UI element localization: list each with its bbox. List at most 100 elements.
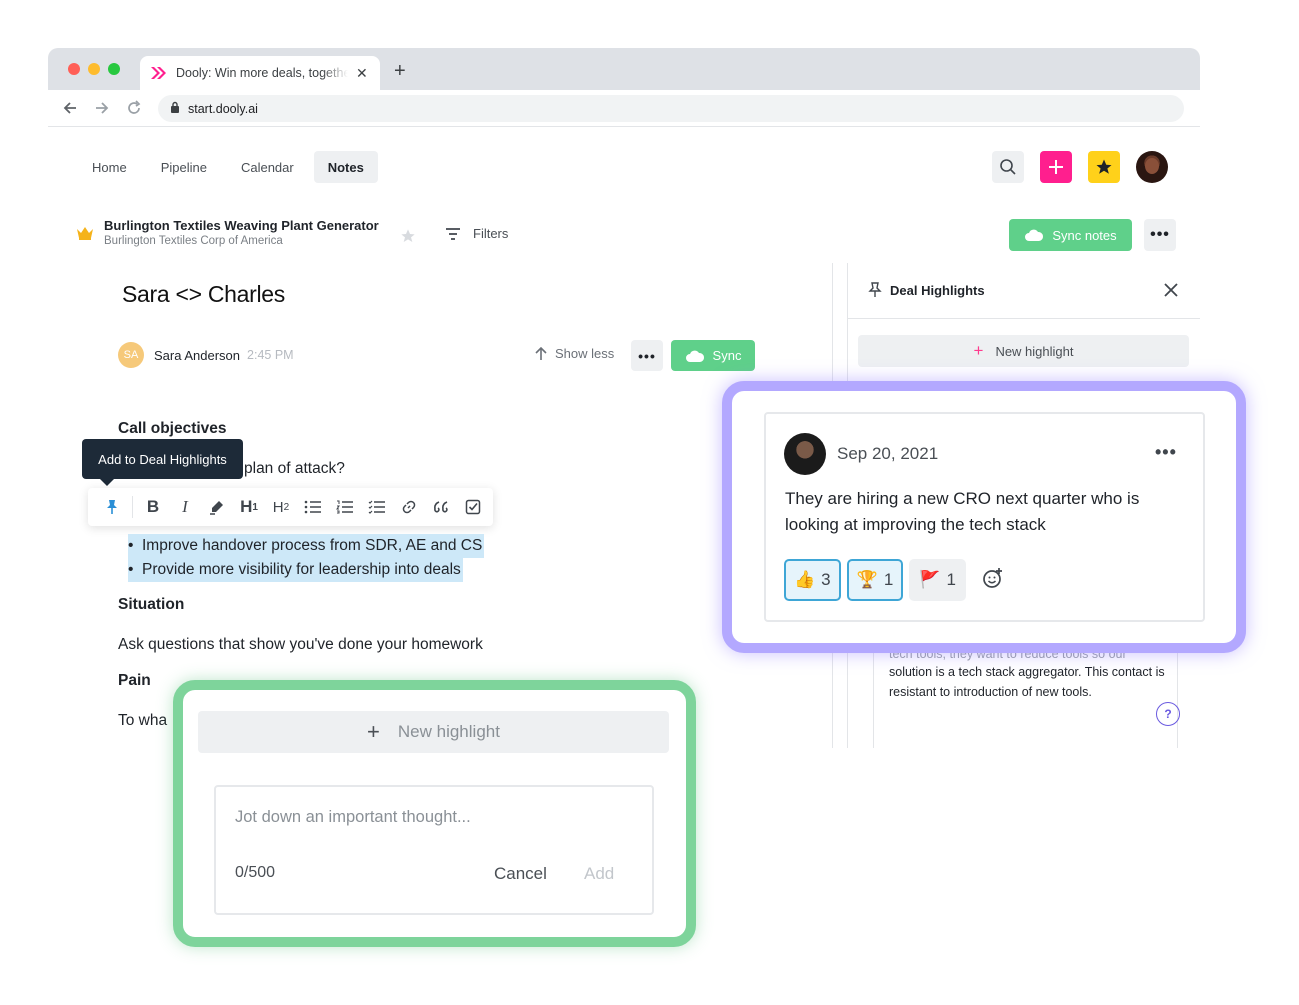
deal-highlights-header: Deal Highlights	[868, 282, 985, 298]
h2-sub: 2	[283, 501, 290, 513]
author-row: SA Sara Anderson 2:45 PM	[118, 342, 294, 368]
heading-call-objectives[interactable]: Call objectives	[118, 420, 227, 438]
salesforce-cloud-icon	[1025, 229, 1044, 241]
numbered-list-button[interactable]	[329, 492, 361, 522]
link-icon	[402, 500, 416, 514]
note-more-button[interactable]: •••	[631, 340, 663, 371]
browser-tab[interactable]: Dooly: Win more deals, together ✕	[140, 56, 380, 90]
browser-toolbar: start.dooly.ai	[48, 90, 1200, 127]
arrow-up-icon	[535, 346, 547, 360]
add-button[interactable]: Add	[584, 864, 614, 884]
heading1-button[interactable]: H1	[233, 492, 265, 522]
nav-item-pipeline[interactable]: Pipeline	[147, 151, 221, 183]
highlight-author-avatar	[784, 433, 826, 475]
new-highlight-button[interactable]: + New highlight	[858, 335, 1189, 367]
quote-button[interactable]	[425, 492, 457, 522]
bold-button[interactable]: B	[137, 492, 169, 522]
task-button[interactable]	[457, 492, 489, 522]
forward-arrow-icon[interactable]	[92, 98, 112, 118]
close-window-button[interactable]	[68, 63, 80, 75]
more-options-button[interactable]: •••	[1144, 219, 1176, 251]
reaction-count: 3	[821, 570, 831, 589]
heading-situation[interactable]: Situation	[118, 596, 184, 614]
red-flag-icon: 🚩	[919, 570, 941, 589]
new-highlight-form-button[interactable]: + New highlight	[198, 711, 669, 753]
checkbox-icon	[465, 499, 481, 515]
bullet-list-icon	[304, 500, 321, 514]
deal-title[interactable]: Burlington Textiles Weaving Plant Genera…	[104, 218, 379, 233]
back-arrow-icon[interactable]	[60, 98, 80, 118]
add-to-deal-highlights-tooltip: Add to Deal Highlights	[82, 439, 243, 486]
reaction-red-flag[interactable]: 🚩 1	[909, 559, 966, 601]
reaction-count: 1	[883, 570, 894, 589]
browser-window: Dooly: Win more deals, together ✕ + star…	[48, 48, 1200, 127]
panel-divider	[848, 318, 1200, 319]
user-avatar[interactable]	[1136, 151, 1168, 183]
filter-icon	[446, 227, 460, 240]
checklist-button[interactable]	[361, 492, 393, 522]
minimize-window-button[interactable]	[88, 63, 100, 75]
browser-tab-title: Dooly: Win more deals, together	[176, 66, 348, 80]
heading2-button[interactable]: H2	[265, 492, 297, 522]
thumbs-up-icon: 👍	[794, 570, 816, 589]
dooly-logo-icon	[150, 66, 168, 80]
plan-line[interactable]: plan of attack?	[244, 460, 345, 478]
sync-button[interactable]: Sync	[671, 340, 755, 371]
salesforce-cloud-icon	[685, 350, 704, 362]
filters-label: Filters	[473, 226, 509, 241]
favorite-deal-star-icon[interactable]	[400, 228, 416, 249]
cancel-button[interactable]: Cancel	[494, 864, 547, 884]
deal-header: Burlington Textiles Weaving Plant Genera…	[76, 218, 379, 247]
deal-highlights-title: Deal Highlights	[890, 282, 985, 298]
show-less-button[interactable]: Show less	[535, 346, 614, 361]
add-reaction-icon[interactable]	[982, 567, 1004, 594]
show-less-label: Show less	[555, 346, 615, 361]
h2-letter: H	[272, 498, 284, 516]
nav-item-notes[interactable]: Notes	[313, 151, 378, 183]
browser-tab-bar: Dooly: Win more deals, together ✕ +	[48, 48, 1200, 90]
highlighter-button[interactable]	[201, 492, 233, 522]
sync-notes-label: Sync notes	[1052, 227, 1117, 243]
reaction-trophy[interactable]: 🏆 1	[846, 559, 904, 601]
close-panel-icon[interactable]	[1163, 281, 1179, 304]
url-text: start.dooly.ai	[188, 101, 258, 116]
link-button[interactable]	[393, 492, 425, 522]
nav-item-home[interactable]: Home	[78, 151, 141, 183]
quote-icon	[434, 501, 448, 513]
numbered-list-icon	[336, 500, 353, 514]
reaction-thumbs-up[interactable]: 👍 3	[784, 559, 841, 601]
nav-item-calendar[interactable]: Calendar	[227, 151, 308, 183]
bullet-dot: •	[128, 537, 134, 554]
list-item[interactable]: • Improve handover process from SDR, AE …	[128, 534, 485, 558]
search-button[interactable]	[992, 151, 1024, 183]
bullet-list-button[interactable]	[297, 492, 329, 522]
list-item[interactable]: • Provide more visibility for leadership…	[128, 558, 463, 582]
note-title[interactable]: Sara <> Charles	[122, 281, 285, 308]
filters-button[interactable]: Filters	[445, 226, 508, 241]
author-avatar: SA	[118, 342, 144, 368]
bullet-dot: •	[128, 561, 134, 578]
italic-button[interactable]: I	[169, 492, 201, 522]
new-tab-icon[interactable]: +	[394, 60, 406, 83]
main-nav: Home Pipeline Calendar Notes	[78, 151, 378, 183]
reload-icon[interactable]	[124, 98, 144, 118]
favorites-button[interactable]	[1088, 151, 1120, 183]
heading-pain[interactable]: Pain	[118, 672, 151, 690]
plus-icon: +	[973, 341, 984, 360]
sync-notes-button[interactable]: Sync notes	[1009, 219, 1132, 251]
highlight-input[interactable]	[235, 808, 625, 827]
top-actions	[992, 151, 1168, 183]
situation-text[interactable]: Ask questions that show you've done your…	[118, 636, 483, 654]
help-button[interactable]: ?	[1156, 702, 1180, 726]
close-tab-icon[interactable]: ✕	[356, 65, 368, 82]
crown-icon	[76, 226, 94, 245]
plus-icon	[1049, 160, 1063, 174]
pin-highlight-button[interactable]	[96, 492, 128, 522]
maximize-window-button[interactable]	[108, 63, 120, 75]
pain-text[interactable]: To wha	[118, 712, 167, 730]
trophy-icon: 🏆	[856, 570, 878, 589]
add-button[interactable]	[1040, 151, 1072, 183]
address-bar[interactable]: start.dooly.ai	[158, 95, 1184, 122]
toolbar-divider	[132, 496, 133, 518]
highlight-more-button[interactable]: •••	[1155, 442, 1177, 463]
